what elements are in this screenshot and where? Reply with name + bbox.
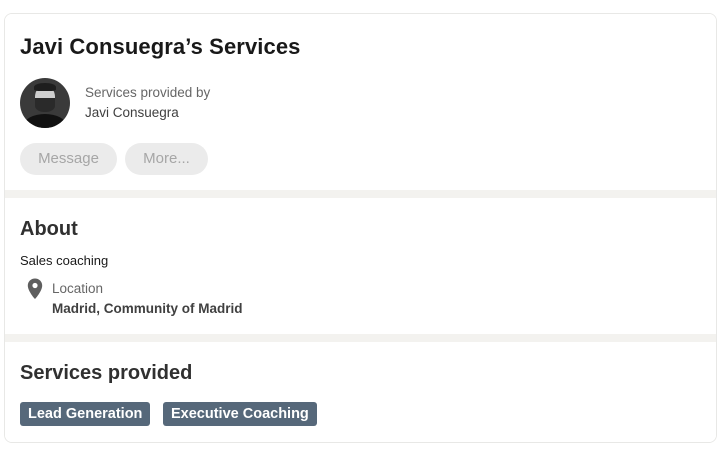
- section-divider: [5, 334, 716, 342]
- service-tag: Lead Generation: [20, 402, 151, 426]
- services-header-section: Javi Consuegra’s Services Services provi…: [5, 14, 716, 190]
- location-label: Location: [52, 281, 104, 296]
- about-section: About Sales coaching Location Madrid, Co…: [5, 198, 716, 334]
- service-tag: Executive Coaching: [163, 402, 317, 426]
- message-button[interactable]: Message: [20, 143, 117, 175]
- provider-name[interactable]: Javi Consuegra: [85, 105, 179, 120]
- provided-by-label: Services provided by: [85, 85, 211, 100]
- map-pin-icon: [27, 278, 43, 299]
- services-heading: Services provided: [20, 362, 193, 384]
- about-heading: About: [20, 218, 78, 240]
- services-card: Javi Consuegra’s Services Services provi…: [4, 13, 717, 443]
- about-description: Sales coaching: [20, 253, 109, 268]
- section-divider: [5, 190, 716, 198]
- more-button[interactable]: More...: [125, 143, 208, 175]
- services-provided-section: Services provided Lead Generation Execut…: [5, 342, 716, 442]
- page-title: Javi Consuegra’s Services: [20, 34, 301, 59]
- location-value: Madrid, Community of Madrid: [52, 301, 243, 316]
- avatar[interactable]: [20, 78, 70, 128]
